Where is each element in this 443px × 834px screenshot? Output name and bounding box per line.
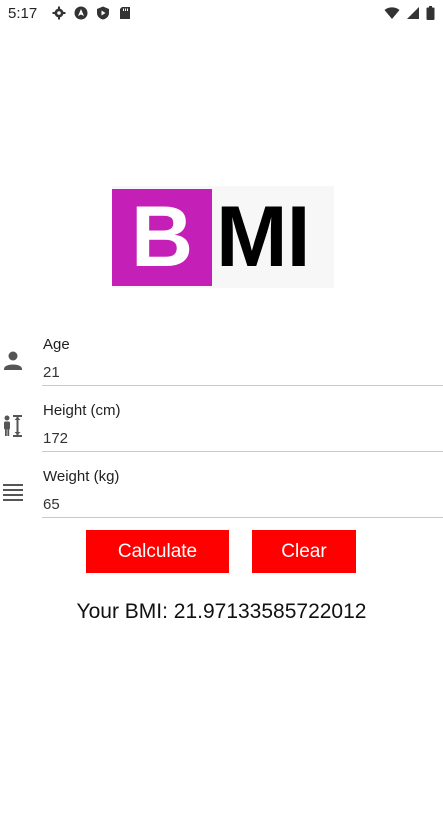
height-field: Height (cm) xyxy=(0,402,443,462)
weight-input[interactable] xyxy=(42,492,443,518)
person-icon xyxy=(4,351,22,370)
play-protect-icon xyxy=(97,6,109,20)
status-bar: 5:17 xyxy=(0,0,443,28)
bmi-logo: B MI xyxy=(112,186,334,288)
battery-icon xyxy=(426,6,435,20)
android-auto-icon xyxy=(74,6,88,20)
wifi-icon xyxy=(384,7,400,19)
calculate-button[interactable]: Calculate xyxy=(86,530,229,573)
age-label: Age xyxy=(43,336,70,353)
height-input[interactable] xyxy=(42,426,443,452)
cell-signal-icon xyxy=(407,7,419,19)
logo-letters-mi: MI xyxy=(216,189,311,285)
clear-button[interactable]: Clear xyxy=(252,530,356,573)
age-field: Age xyxy=(0,336,443,396)
status-icons-left xyxy=(52,6,132,20)
age-input[interactable] xyxy=(42,360,443,386)
status-icons-right xyxy=(384,6,435,20)
settings-icon xyxy=(52,6,66,20)
weight-icon xyxy=(3,484,23,501)
height-icon xyxy=(4,415,22,437)
weight-label: Weight (kg) xyxy=(43,468,120,485)
logo-letter-b: B xyxy=(130,189,194,285)
height-label: Height (cm) xyxy=(43,402,121,419)
bmi-result: Your BMI: 21.97133585722012 xyxy=(76,600,367,623)
status-time: 5:17 xyxy=(8,5,38,22)
logo-b-box: B xyxy=(112,189,212,286)
sd-card-icon xyxy=(120,7,130,19)
weight-field: Weight (kg) xyxy=(0,468,443,528)
